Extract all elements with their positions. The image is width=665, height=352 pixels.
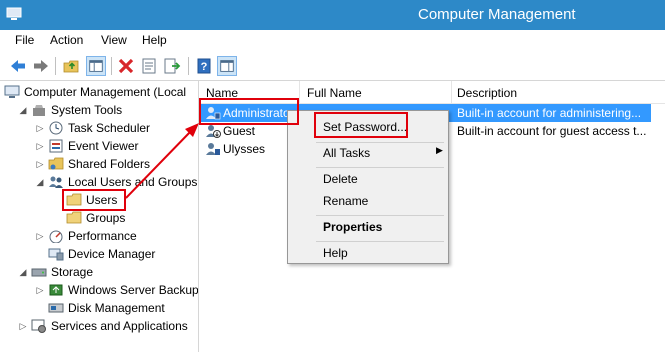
expand-arrow-icon[interactable]: ▷ <box>35 141 45 152</box>
column-header-description[interactable]: Description <box>457 84 517 102</box>
menu-item-all-tasks[interactable]: All Tasks <box>323 144 370 162</box>
tree-item-windows-server-backup[interactable]: ▷ Windows Server Backup <box>35 281 199 299</box>
event-log-icon <box>49 139 63 153</box>
tools-icon <box>33 105 45 116</box>
menu-file[interactable]: File <box>15 33 34 47</box>
tree-label: Performance <box>68 229 137 243</box>
tree-item-shared-folders[interactable]: ▷ Shared Folders <box>35 155 151 173</box>
highlight-administrator <box>199 98 299 125</box>
users-group-icon <box>49 176 63 188</box>
tree-label: Task Scheduler <box>68 121 151 135</box>
highlight-users <box>62 189 126 211</box>
expand-arrow-icon[interactable]: ▷ <box>18 321 28 332</box>
tree-item-computer-management[interactable]: Computer Management (Local <box>4 83 186 101</box>
tree-label: Computer Management (Local <box>24 85 187 99</box>
properties-icon[interactable] <box>139 56 159 76</box>
tree-item-device-manager[interactable]: Device Manager <box>48 245 155 263</box>
collapse-arrow-icon[interactable]: ◢ <box>35 177 45 188</box>
tree-label: Services and Applications <box>51 319 188 333</box>
clock-icon <box>49 121 63 135</box>
menu-item-properties[interactable]: Properties <box>323 218 382 236</box>
back-arrow-icon[interactable] <box>8 56 28 76</box>
console-tree: Computer Management (Local ◢ System Tool… <box>0 81 199 352</box>
delete-icon[interactable] <box>116 56 136 76</box>
user-name: Ulysses <box>223 142 266 156</box>
user-description: Built-in account for administering... <box>457 106 642 120</box>
disk-management-icon <box>48 303 64 313</box>
tree-label: Shared Folders <box>68 157 151 171</box>
up-folder-icon[interactable] <box>62 56 82 76</box>
menu-action[interactable]: Action <box>50 33 83 47</box>
computer-management-app-icon <box>6 7 22 20</box>
column-header-full-name[interactable]: Full Name <box>307 84 362 102</box>
tree-item-system-tools[interactable]: ◢ System Tools <box>18 101 123 119</box>
device-manager-icon <box>48 248 64 261</box>
expand-arrow-icon[interactable]: ▷ <box>35 123 45 134</box>
tree-item-disk-management[interactable]: Disk Management <box>48 299 165 317</box>
expand-arrow-icon[interactable]: ▷ <box>35 285 45 296</box>
collapse-arrow-icon[interactable]: ◢ <box>18 105 28 116</box>
export-list-icon[interactable] <box>162 56 182 76</box>
tree-label: Disk Management <box>68 301 165 315</box>
collapse-arrow-icon[interactable]: ◢ <box>18 267 28 278</box>
disabled-user-icon <box>206 125 221 138</box>
tree-label: System Tools <box>51 103 123 117</box>
expand-arrow-icon[interactable]: ▷ <box>35 231 45 242</box>
show-hide-action-pane-icon[interactable] <box>217 56 237 76</box>
tree-item-event-viewer[interactable]: ▷ Event Viewer <box>35 137 139 155</box>
tree-item-groups[interactable]: Groups <box>66 209 125 227</box>
tree-item-task-scheduler[interactable]: ▷ Task Scheduler <box>35 119 151 137</box>
tree-item-services-and-applications[interactable]: ▷ Services and Applications <box>18 317 188 335</box>
tree-item-storage[interactable]: ◢ Storage <box>18 263 94 281</box>
menu-item-help[interactable]: Help <box>323 244 348 262</box>
tree-label: Device Manager <box>68 247 156 261</box>
tree-label: Storage <box>51 265 94 279</box>
user-description: Built-in account for guest access t... <box>457 124 647 138</box>
shared-folder-icon <box>48 157 64 170</box>
menu-item-delete[interactable]: Delete <box>323 170 358 188</box>
highlight-set-password <box>314 112 408 138</box>
submenu-arrow-icon: ▶ <box>436 145 443 155</box>
backup-icon <box>49 284 63 296</box>
title-bar: Computer Management <box>0 0 665 30</box>
tree-label: Windows Server Backup <box>68 283 199 297</box>
show-hide-tree-icon[interactable] <box>86 56 106 76</box>
computer-icon <box>4 85 20 98</box>
menu-item-rename[interactable]: Rename <box>323 192 368 210</box>
window-title: Computer Management <box>418 6 576 23</box>
help-icon[interactable]: ? <box>194 56 214 76</box>
storage-icon <box>31 268 47 277</box>
menu-help[interactable]: Help <box>142 33 167 47</box>
services-icon <box>31 319 46 333</box>
performance-icon <box>49 230 63 243</box>
expand-arrow-icon[interactable]: ▷ <box>35 159 45 170</box>
menu-bar: File Action View Help <box>0 30 665 52</box>
svg-text:?: ? <box>201 61 208 73</box>
toolbar: ? <box>0 52 665 81</box>
tree-label: Groups <box>86 211 126 225</box>
folder-icon <box>66 211 82 224</box>
user-icon <box>206 143 220 155</box>
menu-view[interactable]: View <box>101 33 127 47</box>
forward-arrow-icon[interactable] <box>31 56 51 76</box>
tree-label: Local Users and Groups <box>68 175 198 189</box>
tree-label: Event Viewer <box>68 139 139 153</box>
tree-item-performance[interactable]: ▷ Performance <box>35 227 137 245</box>
